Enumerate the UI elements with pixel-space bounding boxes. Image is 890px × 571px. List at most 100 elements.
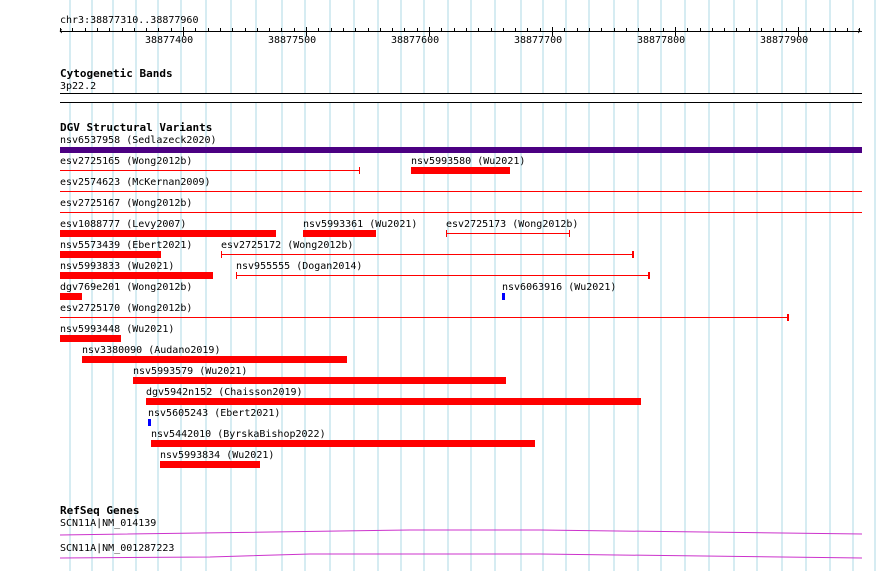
ruler-minor-tick	[392, 28, 393, 32]
sv-label[interactable]: nsv955555 (Dogan2014)	[236, 261, 362, 272]
cytoband-label[interactable]: 3p22.2	[60, 81, 96, 92]
sv-line[interactable]	[60, 317, 789, 318]
sv-label[interactable]: esv2574623 (McKernan2009)	[60, 177, 211, 188]
sv-label[interactable]: esv1088777 (Levy2007)	[60, 219, 186, 230]
gene-intron-line[interactable]	[60, 527, 862, 537]
sv-bar[interactable]	[146, 398, 641, 405]
ruler-minor-tick	[687, 28, 688, 32]
sv-label[interactable]: nsv5993579 (Wu2021)	[133, 366, 247, 377]
sv-label[interactable]: nsv5605243 (Ebert2021)	[148, 408, 280, 419]
region-label: chr3:38877310..38877960	[60, 15, 199, 26]
sv-bar[interactable]	[133, 377, 506, 384]
track-title-cytobands: Cytogenetic Bands	[60, 67, 173, 80]
ruler-tick-label: 38877900	[760, 35, 809, 46]
sv-bar[interactable]	[303, 230, 376, 237]
sv-label[interactable]: nsv5993834 (Wu2021)	[160, 450, 274, 461]
sv-label[interactable]: dgv5942n152 (Chaisson2019)	[146, 387, 303, 398]
sv-bar[interactable]	[60, 251, 161, 258]
ruler-minor-tick	[331, 28, 332, 32]
ruler-minor-tick	[109, 28, 110, 32]
sv-line-end	[787, 314, 789, 321]
ruler-tick-label: 38877400	[145, 35, 194, 46]
ruler-minor-tick	[589, 28, 590, 32]
ruler-minor-tick	[503, 28, 504, 32]
ruler-minor-tick	[294, 28, 295, 32]
sv-line-end	[446, 230, 447, 237]
ruler-minor-tick	[368, 28, 369, 32]
sv-label[interactable]: esv2725173 (Wong2012b)	[446, 219, 578, 230]
sv-label[interactable]: nsv5993361 (Wu2021)	[303, 219, 417, 230]
ruler-minor-tick	[478, 28, 479, 32]
sv-bar[interactable]	[151, 440, 535, 447]
ruler-minor-tick	[491, 28, 492, 32]
ruler-minor-tick	[269, 28, 270, 32]
ruler-minor-tick	[540, 28, 541, 32]
ruler-minor-tick	[601, 28, 602, 32]
sv-label[interactable]: dgv769e201 (Wong2012b)	[60, 282, 192, 293]
ruler-minor-tick	[614, 28, 615, 32]
track-title-dgv: DGV Structural Variants	[60, 121, 213, 134]
sv-line-end	[632, 251, 634, 258]
ruler-minor-tick	[195, 28, 196, 32]
ruler-left-arrow: ‹	[58, 26, 65, 37]
ruler-tick-label: 38877800	[637, 35, 686, 46]
sv-label[interactable]: nsv5442010 (ByrskaBishop2022)	[151, 429, 326, 440]
sv-line[interactable]	[446, 233, 570, 234]
sv-label[interactable]: nsv5573439 (Ebert2021)	[60, 240, 192, 251]
ruler-minor-tick	[847, 28, 848, 32]
ruler-minor-tick	[72, 28, 73, 32]
sv-line-end	[221, 251, 222, 258]
sv-label[interactable]: nsv6537958 (Sedlazeck2020)	[60, 135, 217, 146]
ruler-minor-tick	[859, 28, 860, 32]
ruler-tick-label: 38877600	[391, 35, 440, 46]
ruler-minor-tick	[810, 28, 811, 32]
sv-line-end	[236, 272, 237, 279]
ruler-minor-tick	[146, 28, 147, 32]
ruler-minor-tick	[281, 28, 282, 32]
sv-bar[interactable]	[60, 230, 276, 237]
sv-line-end	[359, 167, 360, 174]
gene-intron-line[interactable]	[60, 552, 862, 562]
ruler-minor-tick	[650, 28, 651, 32]
ruler-minor-tick	[404, 28, 405, 32]
ruler-axis-line	[60, 31, 862, 32]
ruler-minor-tick	[158, 28, 159, 32]
sv-line[interactable]	[60, 212, 862, 213]
sv-label[interactable]: esv2725172 (Wong2012b)	[221, 240, 353, 251]
ruler-minor-tick	[663, 28, 664, 32]
ruler-minor-tick	[257, 28, 258, 32]
sv-bar[interactable]	[60, 272, 213, 279]
sv-label[interactable]: esv2725170 (Wong2012b)	[60, 303, 192, 314]
track-title-refseq: RefSeq Genes	[60, 504, 140, 517]
ruler-minor-tick	[626, 28, 627, 32]
sv-label[interactable]: nsv6063916 (Wu2021)	[502, 282, 616, 293]
sv-bar-blue[interactable]	[148, 419, 151, 426]
ruler-minor-tick	[749, 28, 750, 32]
sv-bar[interactable]	[411, 167, 510, 174]
sv-line[interactable]	[221, 254, 634, 255]
cytoband-bar[interactable]	[60, 93, 862, 103]
sv-bar-sedlazeck[interactable]	[60, 147, 862, 153]
ruler-minor-tick	[245, 28, 246, 32]
sv-bar-blue[interactable]	[502, 293, 505, 300]
ruler-minor-tick	[454, 28, 455, 32]
ruler[interactable]: ‹ › 38877400 38877500 38877600 38877700 …	[58, 26, 862, 49]
sv-label[interactable]: esv2725167 (Wong2012b)	[60, 198, 192, 209]
ruler-minor-tick	[134, 28, 135, 32]
ruler-tick-label: 38877700	[514, 35, 563, 46]
sv-line[interactable]	[60, 170, 360, 171]
sv-label[interactable]: nsv5993833 (Wu2021)	[60, 261, 174, 272]
sv-bar[interactable]	[160, 461, 260, 468]
sv-bar[interactable]	[60, 293, 82, 300]
sv-label[interactable]: nsv5993448 (Wu2021)	[60, 324, 174, 335]
sv-label[interactable]: esv2725165 (Wong2012b)	[60, 156, 192, 167]
ruler-minor-tick	[466, 28, 467, 32]
sv-line-end	[648, 272, 650, 279]
sv-line[interactable]	[236, 275, 650, 276]
sv-bar[interactable]	[82, 356, 347, 363]
sv-line[interactable]	[60, 191, 862, 192]
sv-bar[interactable]	[60, 335, 121, 342]
sv-label[interactable]: nsv3380090 (Audano2019)	[82, 345, 220, 356]
sv-label[interactable]: nsv5993580 (Wu2021)	[411, 156, 525, 167]
ruler-minor-tick	[835, 28, 836, 32]
